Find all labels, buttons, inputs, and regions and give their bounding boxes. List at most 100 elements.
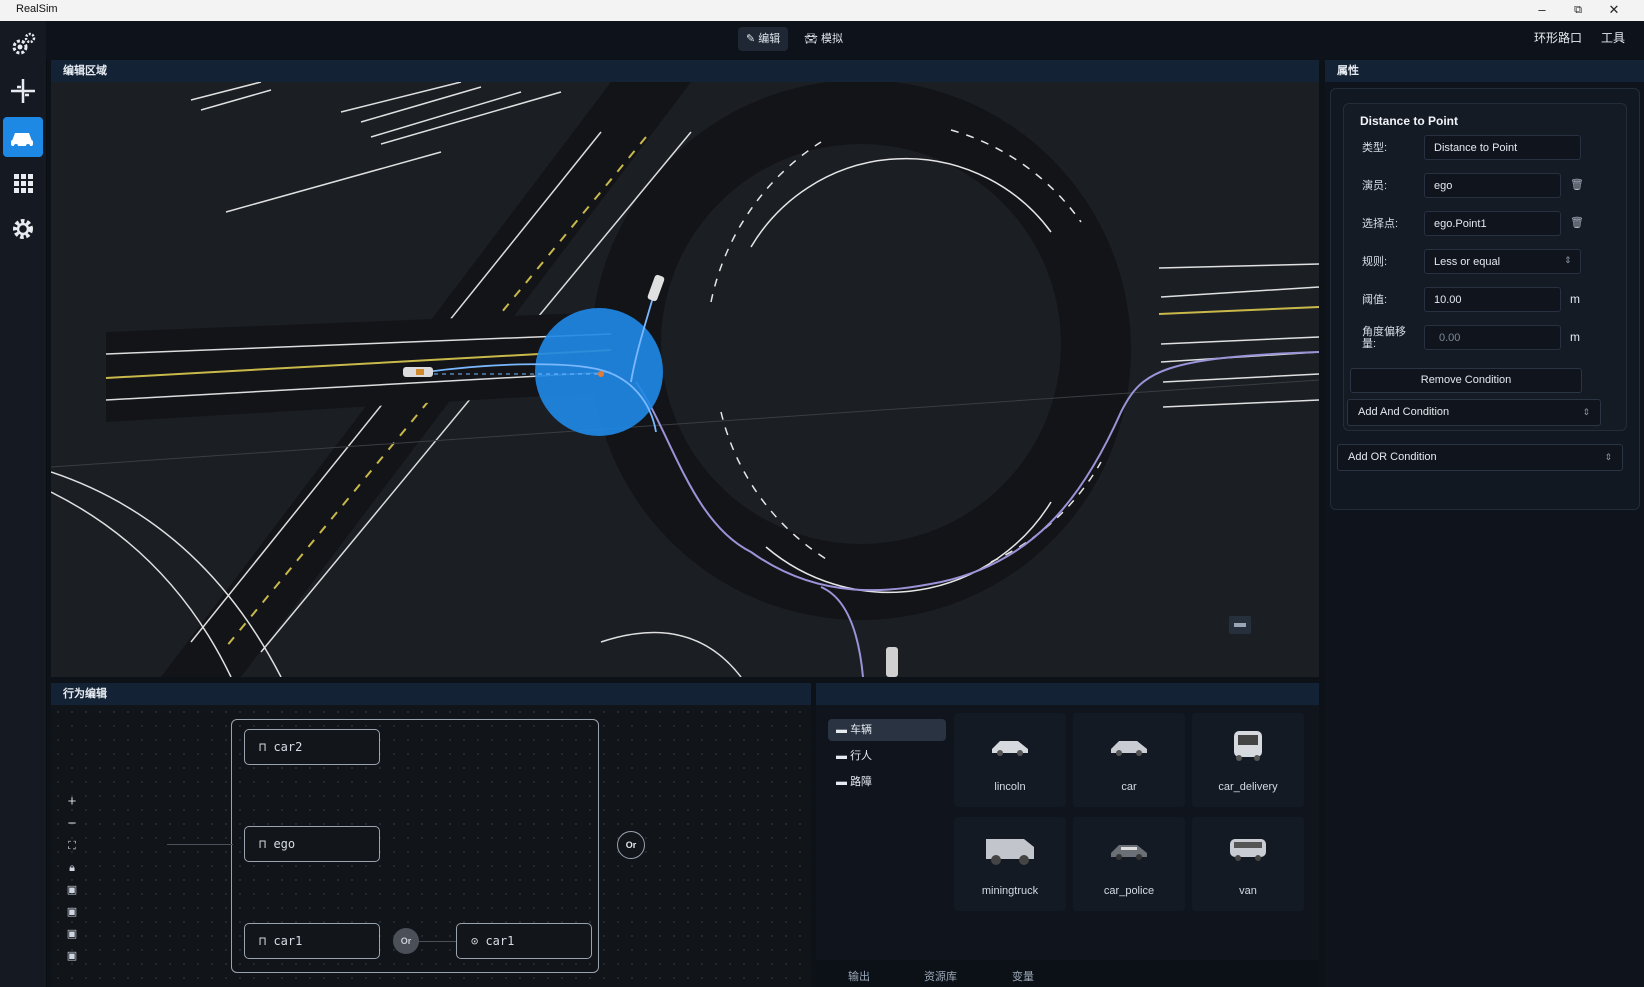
node-icon: ⊙ <box>471 934 486 948</box>
minimize-button[interactable]: – <box>1524 0 1560 21</box>
rule-row: 规则: Less or equal ⇕ <box>1344 248 1626 276</box>
target-point-marker[interactable] <box>598 371 604 377</box>
edit-label: 编辑 <box>758 33 781 45</box>
node-label: car1 <box>485 934 515 948</box>
delete-actor-icon[interactable]: 🗑︎ <box>1570 178 1584 191</box>
pencil-icon: ✎ <box>746 33 759 45</box>
or-gate-inline[interactable]: Or <box>393 928 419 954</box>
close-button[interactable]: ✕ <box>1596 0 1632 21</box>
offset-label: 角度偏移量: <box>1362 326 1406 350</box>
zoom-out-icon[interactable]: − <box>63 815 81 833</box>
node-car1-target[interactable]: ⊙ car1 <box>456 923 592 959</box>
delivery-car-thumbnail-icon <box>1234 731 1262 761</box>
rule-select[interactable]: Less or equal <box>1424 249 1581 274</box>
folder-label: 路障 <box>850 776 873 788</box>
folder-icon: ▬ <box>836 724 851 736</box>
lock-icon[interactable]: 🔒︎ <box>63 859 81 877</box>
chevron-updown-icon: ⇕ <box>1582 407 1590 417</box>
actor-row: 演员: ego 🗑︎ <box>1344 172 1626 200</box>
point-field[interactable]: ego.Point1 <box>1424 211 1561 236</box>
window-title: RealSim <box>16 3 58 15</box>
threshold-unit: m <box>1570 292 1580 306</box>
node-label: ego <box>273 837 296 851</box>
add-or-condition-button[interactable]: Add OR Condition ⇕ <box>1337 444 1623 471</box>
editor-title: 编辑区域 <box>51 60 1319 82</box>
properties-title: 属性 <box>1325 60 1644 82</box>
threshold-label: 阈值: <box>1362 294 1388 306</box>
settings-cogs-icon[interactable] <box>3 25 43 65</box>
vehicles-icon[interactable] <box>3 117 43 157</box>
layout-icon-2[interactable]: ▣ <box>63 903 81 921</box>
threshold-row: 阈值: 10.00 m <box>1344 286 1626 314</box>
folder-pedestrians[interactable]: ▬ 行人 <box>828 745 946 767</box>
tab-resources[interactable]: 资源库 <box>924 968 957 984</box>
asset-car-police[interactable]: car_police <box>1073 817 1185 911</box>
node-icon: ⊓ <box>259 837 274 851</box>
tools-menu[interactable]: 工具 <box>1601 29 1625 46</box>
tab-variables[interactable]: 变量 <box>1012 968 1034 984</box>
chevron-updown-icon: ⇕ <box>1604 452 1612 462</box>
offset-row: 角度偏移量: 0.00 m <box>1344 324 1626 352</box>
folder-obstacles[interactable]: ▬ 路障 <box>828 771 946 793</box>
node-label: car2 <box>273 740 303 754</box>
editor-area: 编辑区域 <box>51 60 1319 677</box>
asset-lincoln[interactable]: lincoln <box>954 713 1066 807</box>
chevron-updown-icon[interactable]: ⇕ <box>1564 255 1572 266</box>
offset-field[interactable]: 0.00 <box>1424 325 1561 350</box>
asset-label: car <box>1121 781 1137 793</box>
delete-point-icon[interactable]: 🗑︎ <box>1570 216 1584 229</box>
maximize-button[interactable]: ⧉ <box>1560 0 1596 21</box>
add-or-label: Add OR Condition <box>1348 451 1437 463</box>
node-car1[interactable]: ⊓ car1 <box>244 923 380 959</box>
threshold-field[interactable]: 10.00 <box>1424 287 1561 312</box>
car-icon: 🚘︎ <box>804 33 822 45</box>
roundabout-island <box>661 144 1061 544</box>
library-header <box>816 683 1319 705</box>
layout-icon-4[interactable]: ▣ <box>63 947 81 965</box>
add-and-condition-button[interactable]: Add And Condition ⇕ <box>1347 399 1601 426</box>
asset-label: van <box>1239 885 1257 897</box>
layout-icon-3[interactable]: ▣ <box>63 925 81 943</box>
simulate-mode-button[interactable]: 🚘︎ 模拟 <box>796 27 851 51</box>
node-icon: ⊓ <box>259 740 274 754</box>
folder-label: 车辆 <box>850 724 873 736</box>
road-icon[interactable] <box>3 71 43 111</box>
police-car-thumbnail-icon <box>1111 845 1147 860</box>
asset-label: car_delivery <box>1218 781 1278 793</box>
folder-label: 行人 <box>850 750 873 762</box>
actor-field[interactable]: ego <box>1424 173 1561 198</box>
grid-apps-icon[interactable] <box>3 163 43 203</box>
add-and-label: Add And Condition <box>1358 406 1450 418</box>
node-label: car1 <box>273 934 303 948</box>
remove-condition-button[interactable]: Remove Condition <box>1350 368 1582 393</box>
asset-label: miningtruck <box>981 885 1039 897</box>
node-icon: ⊓ <box>259 934 274 948</box>
fit-view-icon[interactable]: ⛶ <box>63 837 81 855</box>
resource-library: ▬ 车辆 ▬ 行人 ▬ 路障 lincoln car car_delivery … <box>816 683 1319 987</box>
folder-vehicles[interactable]: ▬ 车辆 <box>828 719 946 741</box>
asset-label: lincoln <box>994 781 1026 793</box>
zoom-in-icon[interactable]: + <box>63 793 81 811</box>
tab-output[interactable]: 输出 <box>848 968 870 984</box>
asset-car[interactable]: car <box>1073 713 1185 807</box>
car1-vehicle[interactable] <box>886 647 898 677</box>
asset-car-delivery[interactable]: car_delivery <box>1192 713 1304 807</box>
layout-icon-1[interactable]: ▣ <box>63 881 81 899</box>
type-field[interactable]: Distance to Point <box>1424 135 1581 160</box>
scene-name[interactable]: 环形路口 <box>1534 29 1582 46</box>
rule-label: 规则: <box>1362 256 1388 268</box>
van-thumbnail-icon <box>1230 839 1266 861</box>
point-row: 选择点: ego.Point1 🗑︎ <box>1344 210 1626 238</box>
edit-mode-button[interactable]: ✎ 编辑 <box>738 27 789 51</box>
point-label: 选择点: <box>1362 218 1399 230</box>
minimap-icon[interactable] <box>1234 623 1246 627</box>
top-toolbar: ✎ 编辑 🚘︎ 模拟 环形路口 工具 <box>46 21 1644 59</box>
or-gate-group[interactable]: Or <box>617 831 645 859</box>
gear-icon[interactable] <box>3 209 43 249</box>
asset-van[interactable]: van <box>1192 817 1304 911</box>
node-car2[interactable]: ⊓ car2 <box>244 729 380 765</box>
asset-miningtruck[interactable]: miningtruck <box>954 817 1066 911</box>
node-ego[interactable]: ⊓ ego <box>244 826 380 862</box>
actor-label: 演员: <box>1362 180 1388 192</box>
map-canvas[interactable] <box>51 82 1319 677</box>
